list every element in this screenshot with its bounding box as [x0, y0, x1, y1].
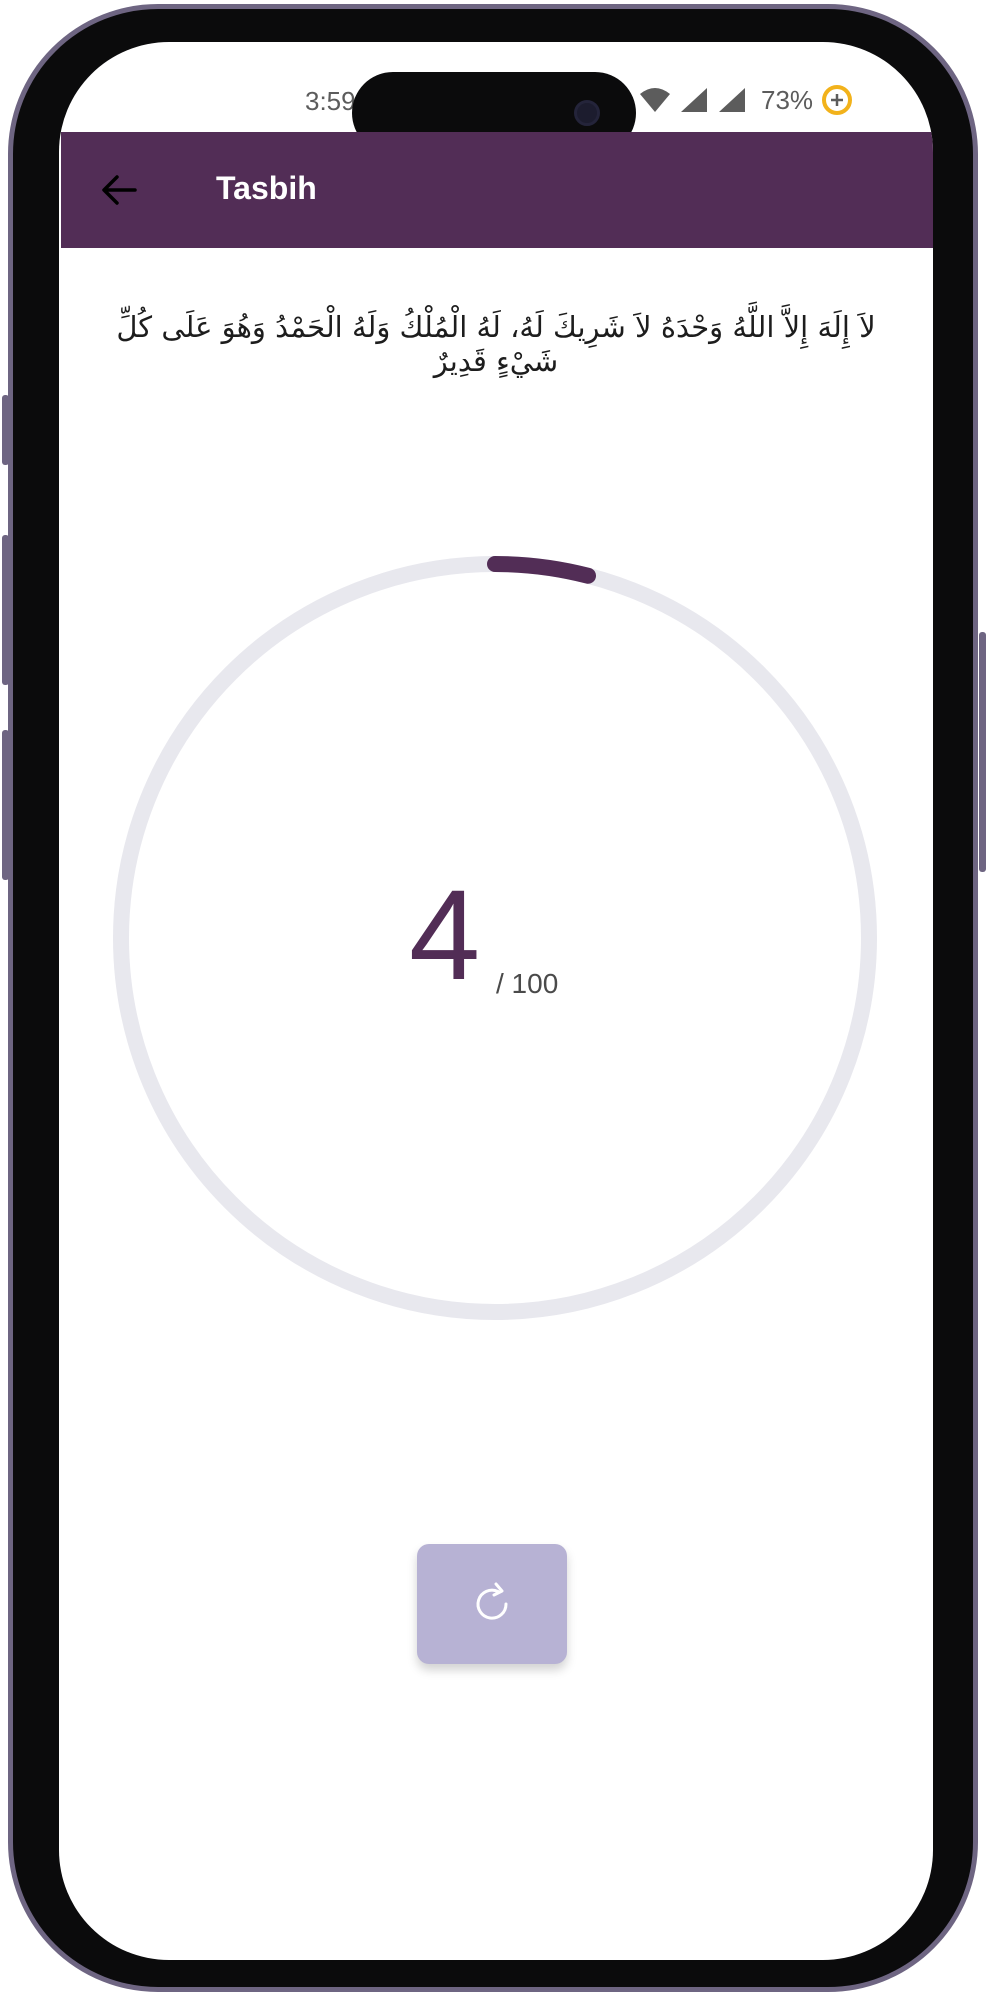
arrow-left-icon — [102, 175, 137, 205]
page-title: Tasbih — [216, 170, 317, 206]
battery-percent: 73% — [761, 84, 814, 115]
camera-lens — [574, 100, 600, 126]
status-icons: 73% — [639, 84, 853, 116]
app-screen: 3:59 73% Tasbih لاَ إِلَهَ إِلاَّ اللَّه… — [59, 42, 933, 1960]
signal-icon — [719, 88, 745, 112]
wifi-icon — [640, 88, 670, 112]
ring-progress — [487, 556, 597, 584]
count-total: / 100 — [496, 968, 559, 999]
phone-side-button — [2, 535, 9, 685]
reset-button[interactable] — [417, 1544, 567, 1664]
dhikr-text: لاَ إِلَهَ إِلاَّ اللَّهُ وَحْدَهُ لاَ ش… — [116, 310, 876, 378]
app-bar: Tasbih — [61, 132, 933, 248]
counter-ring[interactable] — [107, 550, 883, 1326]
phone-side-button — [979, 632, 986, 872]
count-value: 4 — [409, 864, 481, 1007]
back-button[interactable] — [97, 168, 141, 212]
phone-side-button — [2, 730, 9, 880]
battery-saver-icon — [822, 85, 853, 115]
phone-side-button — [2, 395, 9, 465]
signal-icon — [681, 88, 707, 112]
status-time: 3:59 — [305, 86, 356, 116]
refresh-icon — [476, 1582, 508, 1620]
ring-track — [113, 556, 877, 1320]
